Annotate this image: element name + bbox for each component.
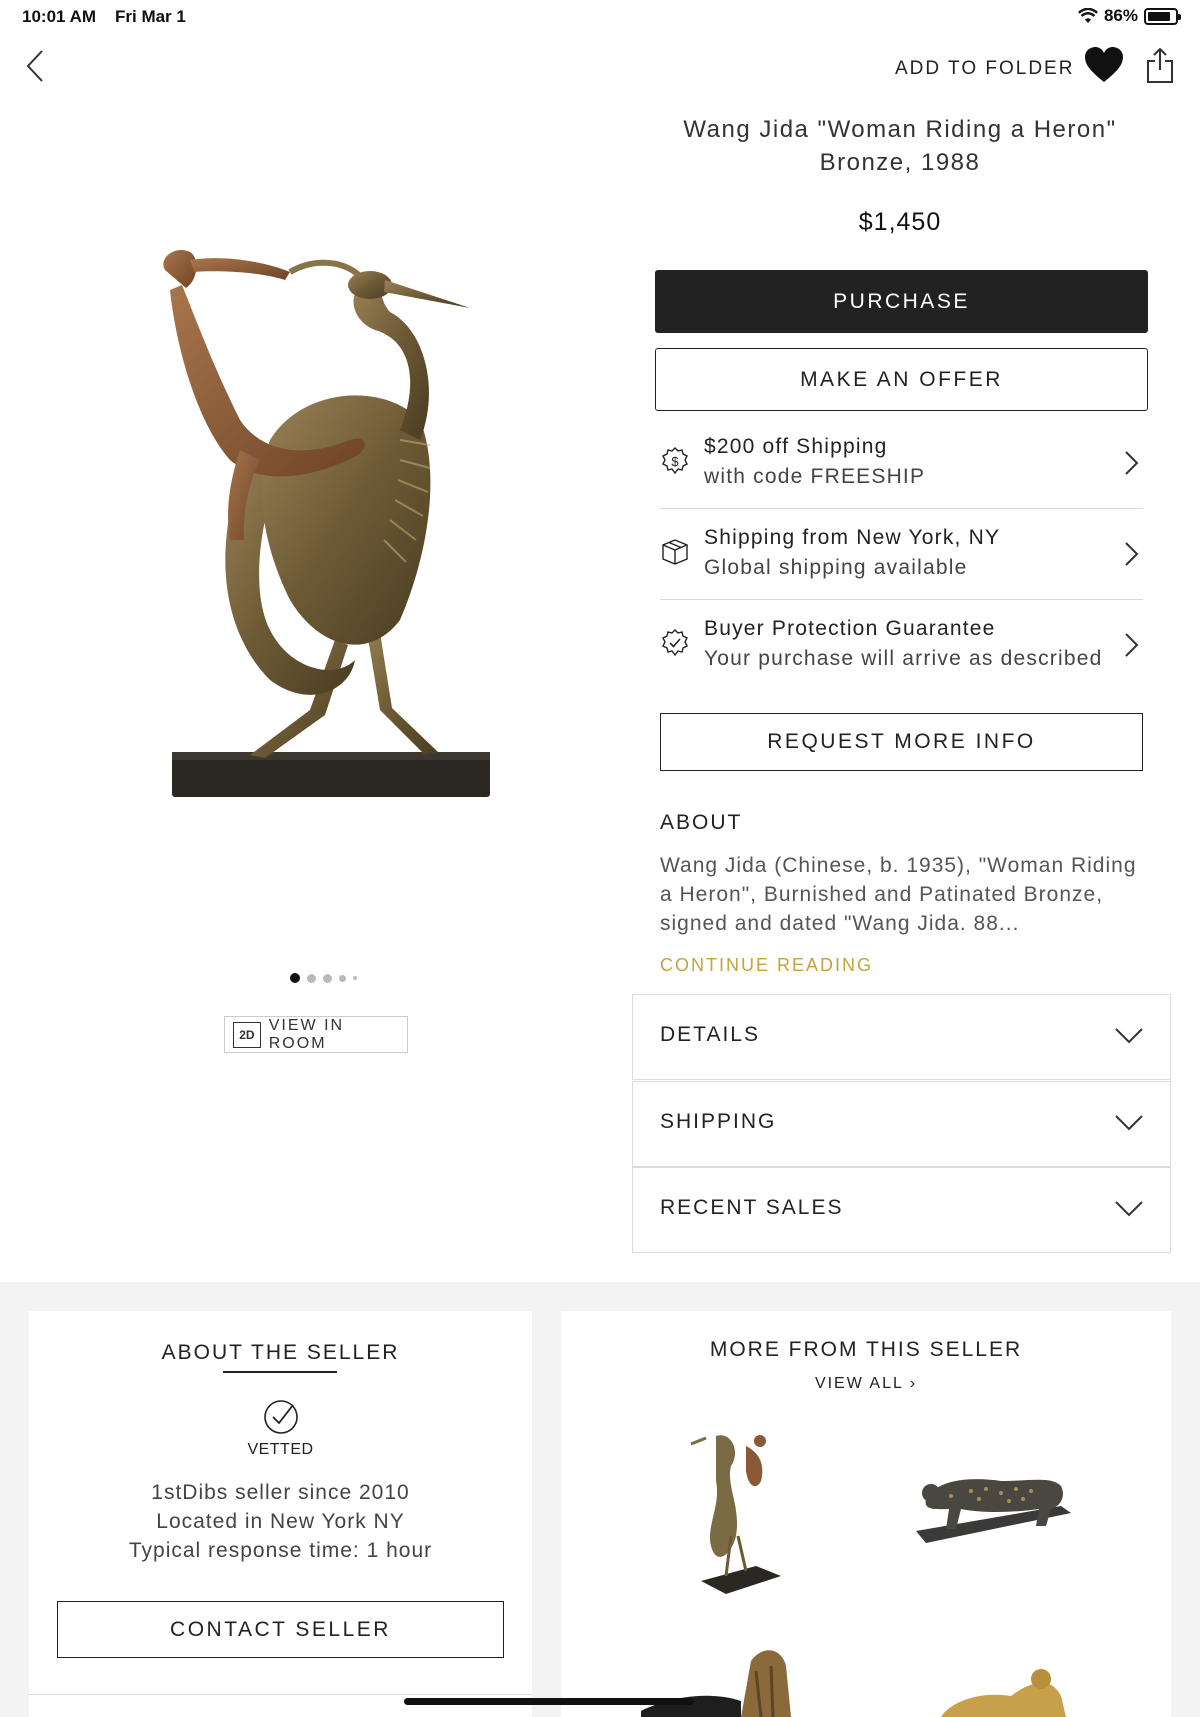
info-row-subtitle: with code FREESHIP <box>704 465 926 488</box>
accordion-label: DETAILS <box>660 1023 760 1046</box>
heading-underline <box>223 1371 337 1373</box>
back-button[interactable] <box>22 48 52 84</box>
check-badge-icon <box>662 629 688 657</box>
favorite-button[interactable] <box>1083 45 1125 85</box>
sculpture-illustration <box>163 250 490 797</box>
chevron-right-icon: › <box>909 1375 918 1392</box>
pagination-dot[interactable] <box>290 973 300 983</box>
product-title-line-1: Wang Jida "Woman Riding a Heron" <box>683 116 1117 143</box>
product-image[interactable] <box>120 240 520 810</box>
seller-since: 1stDibs seller since 2010 <box>151 1481 410 1504</box>
seller-location: Located in New York NY <box>156 1510 405 1533</box>
heron-sculpture-thumbnail <box>690 1435 781 1594</box>
share-button[interactable] <box>1143 46 1177 86</box>
view-all-label: VIEW ALL <box>814 1375 904 1392</box>
seller-item-thumbnail[interactable] <box>931 1661 1071 1717</box>
status-bar: 10:01 AM Fri Mar 1 86% <box>0 0 1200 34</box>
more-from-seller-card: MORE FROM THIS SELLER VIEW ALL › <box>561 1311 1171 1717</box>
panther-sculpture-thumbnail <box>916 1479 1071 1543</box>
status-date: Fri Mar 1 <box>115 7 186 26</box>
dollar-badge-icon: $ <box>662 447 688 475</box>
accordion-label: SHIPPING <box>660 1110 777 1133</box>
pagination-dot[interactable] <box>353 976 357 980</box>
chevron-down-icon <box>1115 1201 1143 1217</box>
seller-response-time: Typical response time: 1 hour <box>128 1539 433 1562</box>
seller-item-thumbnail[interactable] <box>641 1641 811 1717</box>
info-row-title: $200 off Shipping <box>704 435 888 458</box>
continue-reading-link[interactable]: CONTINUE READING <box>660 955 873 976</box>
view-all-link[interactable]: VIEW ALL › <box>561 1375 1171 1393</box>
contact-seller-button[interactable]: CONTACT SELLER <box>57 1601 504 1658</box>
sculpture-thumbnail <box>641 1650 791 1717</box>
battery-percent: 86% <box>1103 6 1138 25</box>
accordion-shipping[interactable]: SHIPPING <box>632 1081 1171 1167</box>
accordion-details[interactable]: DETAILS <box>632 994 1171 1080</box>
info-row-title: Buyer Protection Guarantee <box>704 617 996 640</box>
vetted-check-icon <box>264 1400 298 1434</box>
status-indicators: 86% <box>1077 6 1181 26</box>
about-heading: ABOUT <box>660 811 743 834</box>
status-time: 10:01 AM <box>22 7 97 26</box>
svg-text:$: $ <box>671 454 679 469</box>
purchase-button[interactable]: PURCHASE <box>655 270 1148 333</box>
info-row-subtitle: Global shipping available <box>704 556 968 579</box>
home-indicator <box>404 1698 694 1705</box>
box-icon <box>662 539 688 565</box>
chevron-right-icon <box>1125 542 1139 566</box>
pagination-dot[interactable] <box>307 973 316 983</box>
seller-heading: ABOUT THE SELLER <box>161 1341 400 1364</box>
info-row-buyer-protection[interactable]: Buyer Protection Guarantee Your purchase… <box>660 600 1143 691</box>
request-more-info-button[interactable]: REQUEST MORE INFO <box>660 713 1143 771</box>
heart-icon <box>1085 47 1123 82</box>
info-row-title: Shipping from New York, NY <box>704 526 1001 549</box>
vetted-label: VETTED <box>247 1441 314 1458</box>
seller-item-thumbnail[interactable] <box>686 1426 796 1596</box>
view-in-room-icon: 2D <box>233 1021 261 1048</box>
seller-item-thumbnail[interactable] <box>911 1451 1081 1561</box>
about-text: Wang Jida (Chinese, b. 1935), "Woman Rid… <box>660 854 1137 935</box>
chevron-right-icon <box>1125 633 1139 657</box>
chevron-down-icon <box>1115 1028 1143 1044</box>
accordion-label: RECENT SALES <box>660 1196 844 1219</box>
product-title-line-2: Bronze, 1988 <box>819 149 981 176</box>
info-row-subtitle: Your purchase will arrive as described <box>704 647 1103 670</box>
product-price: $1,450 <box>858 208 942 236</box>
chevron-down-icon <box>1115 1115 1143 1131</box>
info-row-shipping-discount[interactable]: $ $200 off Shipping with code FREESHIP <box>660 418 1143 509</box>
about-seller-card: ABOUT THE SELLER VETTED 1stDibs seller s… <box>29 1311 532 1717</box>
image-pagination[interactable] <box>290 973 357 983</box>
pagination-dot[interactable] <box>323 973 332 983</box>
gilt-sculpture-thumbnail <box>941 1669 1066 1717</box>
accordion-recent-sales[interactable]: RECENT SALES <box>632 1167 1171 1253</box>
pagination-dot[interactable] <box>339 974 346 982</box>
divider <box>29 1694 532 1695</box>
battery-icon <box>1144 7 1181 25</box>
chevron-right-icon <box>1125 451 1139 475</box>
make-offer-button[interactable]: MAKE AN OFFER <box>655 348 1148 411</box>
view-in-room-label: VIEW IN ROOM <box>268 1016 345 1052</box>
chevron-left-icon <box>26 50 43 82</box>
product-title: Wang Jida "Woman Riding a Heron" Bronze,… <box>630 113 1170 179</box>
more-from-seller-heading: MORE FROM THIS SELLER <box>709 1338 1023 1361</box>
share-icon <box>1147 47 1173 83</box>
info-row-shipping-origin[interactable]: Shipping from New York, NY Global shippi… <box>660 509 1143 600</box>
view-in-room-button[interactable]: 2D VIEW IN ROOM <box>224 1016 408 1053</box>
wifi-icon <box>1077 8 1098 23</box>
add-to-folder-button[interactable]: ADD TO FOLDER <box>895 58 1074 80</box>
